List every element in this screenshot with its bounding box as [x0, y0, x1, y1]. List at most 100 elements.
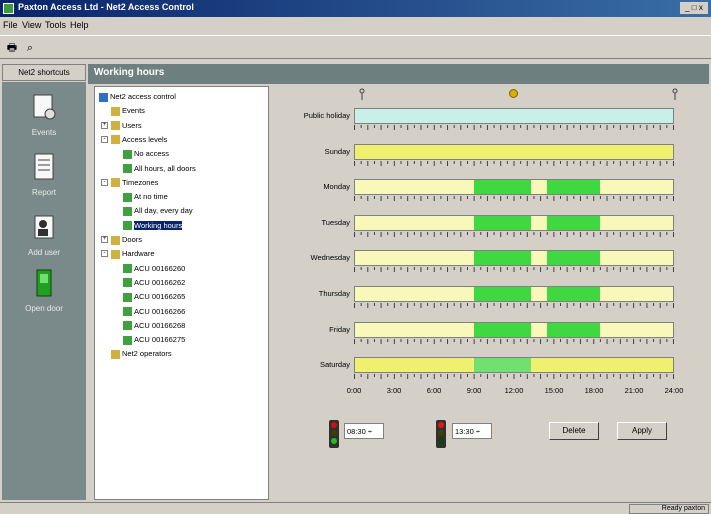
- window-controls[interactable]: _ □ x: [680, 2, 708, 14]
- item-icon: [123, 321, 132, 331]
- expand-icon[interactable]: +: [101, 236, 108, 243]
- hour-label: 6:00: [426, 386, 442, 395]
- tree-node-label: Net2 access control: [110, 92, 176, 101]
- day-schedule-bar[interactable]: [354, 108, 674, 124]
- tree-node[interactable]: Events: [111, 105, 145, 116]
- globe-icon: [99, 92, 108, 102]
- day-schedule-bar[interactable]: [354, 250, 674, 267]
- tree-node[interactable]: Working hours: [123, 220, 183, 231]
- tree-node[interactable]: Timezones: [111, 177, 158, 188]
- binoculars-icon[interactable]: ⌕: [22, 40, 38, 56]
- item-icon: [123, 206, 132, 216]
- access-period[interactable]: [547, 215, 601, 230]
- day-label: Tuesday: [321, 217, 351, 227]
- access-period[interactable]: [474, 180, 531, 195]
- day-label: Saturday: [319, 360, 350, 370]
- shortcut-add-user[interactable]: Add user: [2, 212, 86, 268]
- tree-node[interactable]: At no time: [123, 191, 168, 202]
- access-period[interactable]: [547, 251, 601, 266]
- tree-node[interactable]: All day, every day: [123, 205, 193, 216]
- collapse-icon[interactable]: -: [101, 250, 108, 258]
- hour-ticks: [354, 338, 674, 344]
- shortcut-events[interactable]: Events: [2, 92, 86, 148]
- tree-node[interactable]: Users: [111, 120, 142, 131]
- day-schedule-bar[interactable]: [354, 179, 674, 196]
- hour-label: 18:00: [584, 386, 604, 395]
- collapse-icon[interactable]: -: [101, 178, 108, 186]
- navigation-tree: Net2 access control Events Users + Access le…: [94, 86, 269, 500]
- tree-node[interactable]: Doors: [111, 234, 142, 245]
- hour-ticks: [354, 160, 674, 166]
- tree-node-label: Hardware: [122, 249, 155, 259]
- menu-tools[interactable]: Tools: [45, 20, 66, 30]
- tree-node[interactable]: ACU 00166275: [123, 334, 185, 345]
- tree-node[interactable]: Net2 access control: [99, 91, 176, 102]
- timezone-schedule: 08:30 ÷ 13:30 ÷ Delete Apply Public holi…: [272, 86, 709, 500]
- shortcut-report[interactable]: Report: [2, 152, 86, 208]
- hour-label: 3:00: [386, 386, 402, 395]
- tree-node[interactable]: Hardware: [111, 248, 155, 259]
- menu-file[interactable]: File: [3, 20, 18, 30]
- tree-node[interactable]: Access levels: [111, 134, 167, 145]
- sun-icon: [509, 89, 518, 98]
- item-icon: [123, 149, 132, 159]
- tree-node[interactable]: No access: [123, 148, 169, 159]
- menu-help[interactable]: Help: [70, 20, 89, 30]
- pin-left-icon[interactable]: [358, 88, 366, 100]
- access-period[interactable]: [547, 287, 601, 301]
- folder-icon: [111, 249, 120, 259]
- hour-ticks: [354, 267, 674, 273]
- shortcut-open-door[interactable]: Open door: [2, 268, 86, 324]
- access-period[interactable]: [474, 358, 531, 373]
- tree-node-label: ACU 00166265: [134, 292, 186, 302]
- menu-view[interactable]: View: [22, 20, 41, 30]
- tree-node-label: Doors: [122, 235, 143, 244]
- day-label: Friday: [329, 324, 350, 334]
- hour-label: 12:00: [504, 386, 524, 395]
- hour-ticks: [354, 303, 674, 308]
- tree-node[interactable]: All hours, all doors: [123, 163, 196, 174]
- item-icon: [123, 264, 132, 274]
- access-period[interactable]: [547, 180, 601, 195]
- access-period[interactable]: [474, 215, 531, 230]
- menu-bar: File View Tools Help: [0, 17, 711, 35]
- expand-icon[interactable]: +: [101, 121, 108, 129]
- access-period[interactable]: [547, 322, 601, 337]
- tree-node[interactable]: Net2 operators: [111, 348, 172, 359]
- day-schedule-bar[interactable]: [354, 286, 674, 302]
- access-period[interactable]: [474, 251, 531, 266]
- tree-node[interactable]: ACU 00166266: [123, 306, 185, 317]
- end-time-field[interactable]: 13:30 ÷: [452, 423, 492, 439]
- apply-button[interactable]: Apply: [617, 422, 667, 440]
- tree-node-label: ACU 00166262: [134, 277, 186, 287]
- tree-node-label: All day, every day: [134, 206, 193, 216]
- collapse-icon[interactable]: -: [101, 135, 108, 143]
- day-schedule-bar[interactable]: [354, 357, 674, 374]
- traffic-light-start-icon: [329, 420, 339, 448]
- status-bar: Ready paxton: [0, 502, 711, 514]
- day-schedule-bar[interactable]: [354, 143, 674, 160]
- tree-node[interactable]: ACU 00166265: [123, 291, 185, 302]
- hour-label: 15:00: [544, 386, 564, 395]
- day-schedule-bar[interactable]: [354, 214, 674, 231]
- access-period[interactable]: [474, 287, 531, 301]
- tree-node-label: ACU 00166260: [134, 263, 186, 273]
- item-icon: [123, 164, 132, 174]
- sidebar-tab[interactable]: Net2 shortcuts: [2, 64, 86, 81]
- tree-node-label: Working hours: [134, 220, 183, 230]
- tree-node[interactable]: ACU 00166260: [123, 263, 185, 274]
- delete-button[interactable]: Delete: [549, 422, 599, 440]
- tree-node[interactable]: ACU 00166268: [123, 320, 185, 331]
- traffic-light-end-icon: [436, 420, 446, 448]
- shortcut-label: Add user: [27, 248, 61, 257]
- tree-node-label: Access levels: [122, 134, 168, 144]
- day-schedule-bar[interactable]: [354, 321, 674, 338]
- access-period[interactable]: [474, 322, 531, 337]
- tree-node[interactable]: ACU 00166262: [123, 277, 185, 288]
- hour-label: 0:00: [346, 386, 362, 395]
- print-icon[interactable]: 🖶: [4, 40, 20, 56]
- folder-icon: [111, 121, 120, 131]
- start-time-field[interactable]: 08:30 ÷: [344, 423, 384, 439]
- item-icon: [123, 335, 132, 345]
- pin-right-icon[interactable]: [671, 88, 679, 100]
